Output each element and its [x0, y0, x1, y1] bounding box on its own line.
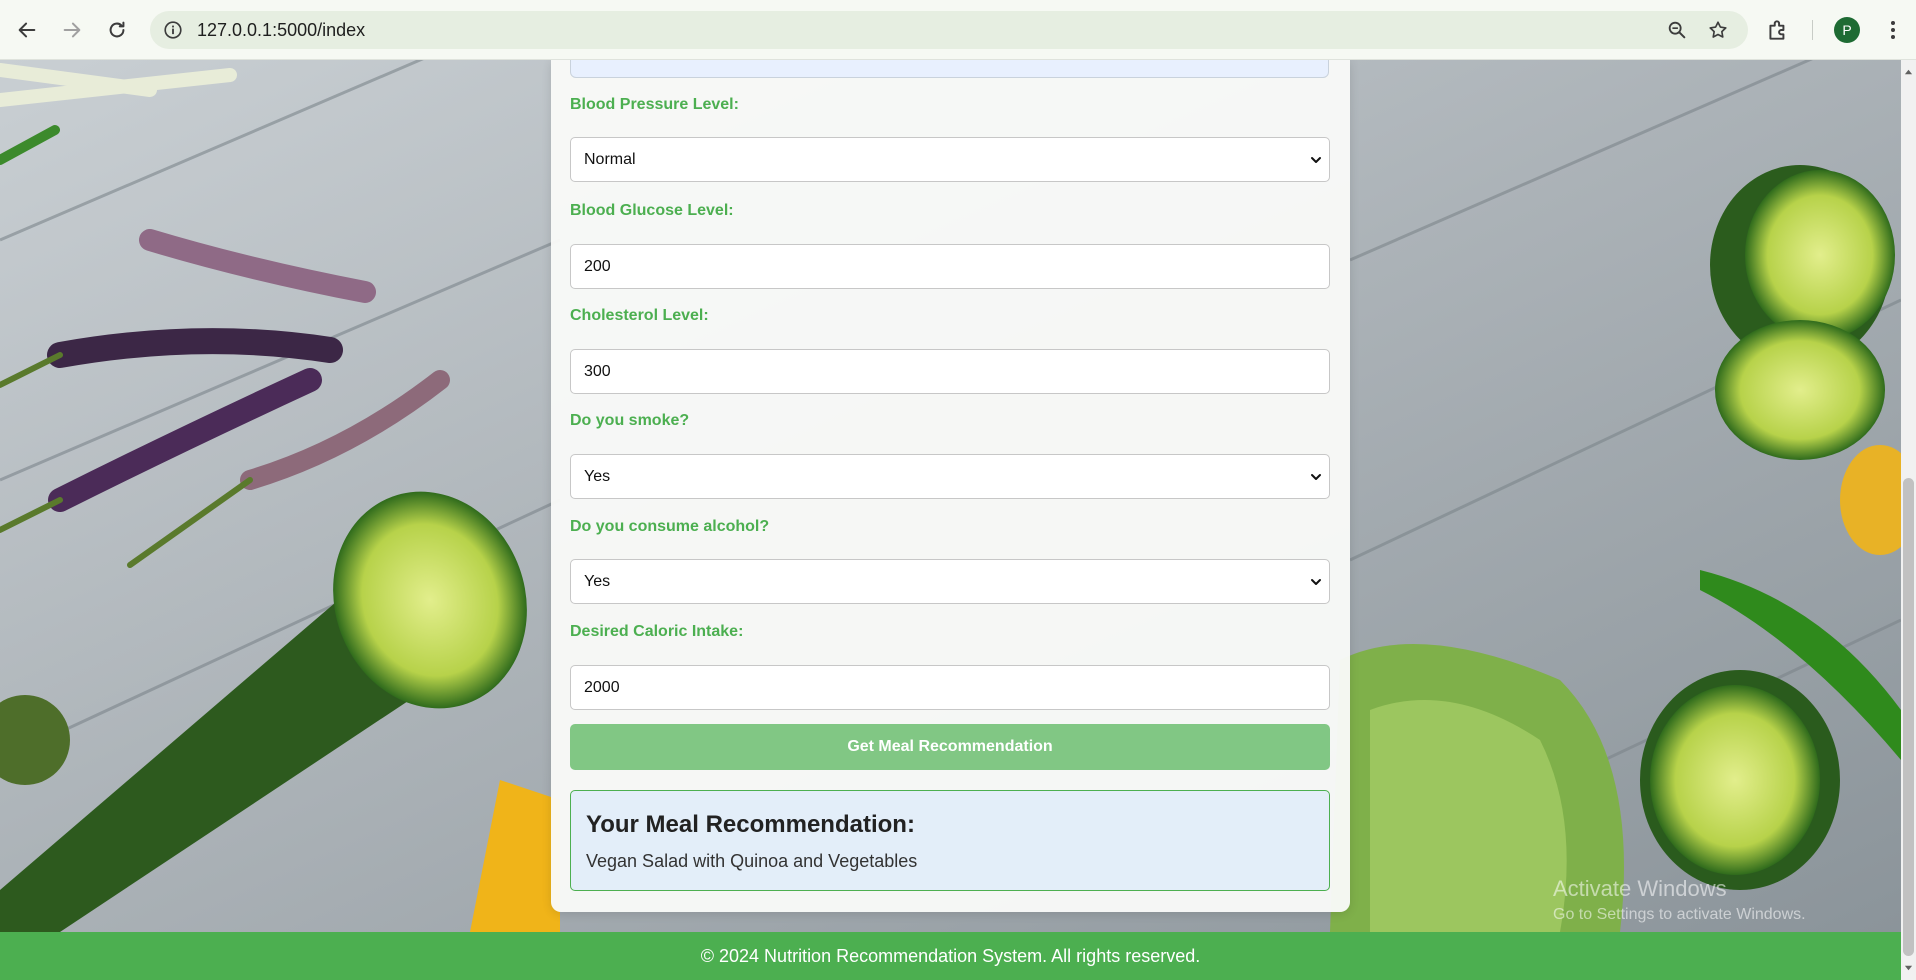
- watermark-subtitle: Go to Settings to activate Windows.: [1553, 906, 1806, 923]
- scroll-up-arrow-icon[interactable]: [1904, 68, 1913, 77]
- page-footer: © 2024 Nutrition Recommendation System. …: [0, 932, 1901, 980]
- caloric-intake-value: 2000: [584, 679, 620, 696]
- chevron-down-icon: [1311, 157, 1321, 163]
- alcohol-label: Do you consume alcohol?: [570, 518, 770, 535]
- menu-icon[interactable]: [1880, 16, 1906, 44]
- vertical-scrollbar[interactable]: [1901, 60, 1916, 980]
- meal-recommendation-result: Your Meal Recommendation: Vegan Salad wi…: [570, 790, 1330, 891]
- recommendation-form: Blood Pressure Level: Normal Blood Gluco…: [551, 60, 1350, 912]
- blood-pressure-value: Normal: [584, 151, 636, 168]
- url-text[interactable]: 127.0.0.1:5000/index: [197, 20, 365, 41]
- previous-field-input[interactable]: [570, 60, 1329, 78]
- zoom-icon[interactable]: [1666, 19, 1688, 41]
- result-heading: Your Meal Recommendation:: [586, 811, 915, 838]
- blood-glucose-input[interactable]: 200: [570, 244, 1330, 289]
- get-meal-recommendation-button[interactable]: Get Meal Recommendation: [570, 724, 1330, 770]
- caloric-intake-label: Desired Caloric Intake:: [570, 623, 744, 640]
- page-viewport: Blood Pressure Level: Normal Blood Gluco…: [0, 60, 1901, 980]
- result-text: Vegan Salad with Quinoa and Vegetables: [586, 851, 918, 871]
- browser-toolbar: 127.0.0.1:5000/index P: [0, 0, 1916, 60]
- smoke-select[interactable]: Yes: [570, 454, 1330, 499]
- site-info-icon[interactable]: [162, 19, 184, 41]
- cholesterol-label: Cholesterol Level:: [570, 307, 709, 324]
- smoke-value: Yes: [584, 468, 611, 485]
- alcohol-value: Yes: [584, 573, 611, 590]
- bookmark-star-icon[interactable]: [1707, 19, 1729, 41]
- reload-icon: [109, 21, 125, 38]
- scroll-down-arrow-icon[interactable]: [1904, 963, 1913, 972]
- forward-button[interactable]: [54, 12, 90, 48]
- blood-pressure-label: Blood Pressure Level:: [570, 96, 739, 113]
- scrollbar-thumb[interactable]: [1903, 478, 1914, 956]
- blood-glucose-label: Blood Glucose Level:: [570, 202, 734, 219]
- toolbar-divider: [1812, 20, 1813, 40]
- cholesterol-input[interactable]: 300: [570, 349, 1330, 394]
- forward-icon: [63, 22, 81, 38]
- back-button[interactable]: [9, 12, 45, 48]
- cholesterol-value: 300: [584, 363, 611, 380]
- caloric-intake-input[interactable]: 2000: [570, 665, 1330, 710]
- activate-windows-watermark: Activate Windows Go to Settings to activ…: [1553, 876, 1806, 924]
- chevron-down-icon: [1311, 474, 1321, 480]
- blood-glucose-value: 200: [584, 258, 611, 275]
- extensions-icon[interactable]: [1765, 17, 1791, 43]
- watermark-title: Activate Windows: [1553, 876, 1727, 901]
- back-icon: [18, 22, 36, 38]
- chevron-down-icon: [1311, 579, 1321, 585]
- reload-button[interactable]: [99, 12, 135, 48]
- profile-avatar[interactable]: P: [1834, 17, 1860, 43]
- blood-pressure-select[interactable]: Normal: [570, 137, 1330, 182]
- smoke-label: Do you smoke?: [570, 412, 690, 429]
- alcohol-select[interactable]: Yes: [570, 559, 1330, 604]
- address-bar[interactable]: 127.0.0.1:5000/index: [150, 11, 1748, 49]
